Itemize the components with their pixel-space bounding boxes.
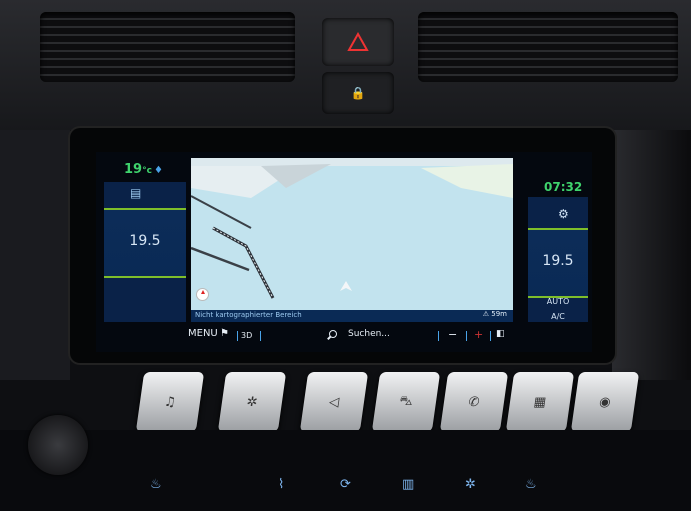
phone-key[interactable]: ✆ (439, 372, 509, 432)
dash-left (0, 130, 70, 380)
search-icon[interactable] (329, 330, 337, 338)
navigation-key[interactable]: ◁ (299, 372, 369, 432)
recirculation-button[interactable]: ⟳ (340, 477, 351, 492)
zoom-in-button[interactable]: + (474, 328, 483, 341)
menu-button[interactable]: MENU (188, 328, 218, 339)
music-icon: ♫ (163, 394, 177, 410)
divider (466, 331, 467, 341)
map-road (191, 195, 252, 229)
map-status-text: Nicht kartographierter Bereich (195, 311, 302, 319)
dash-right (612, 130, 691, 380)
windshield-defrost-button[interactable]: ⌇ (278, 477, 284, 492)
dashboard-top: 🔒 (0, 0, 691, 130)
auto-climate-button[interactable]: AUTO (528, 297, 588, 306)
lock-icon: 🔒 (350, 86, 366, 100)
right-temp-value: 19.5 (542, 253, 574, 269)
nav-toolbar: MENU ⚑ 3D Suchen... − + ◧ (96, 324, 592, 352)
air-vent-right (418, 12, 678, 82)
right-temp-control[interactable]: 19.5 (528, 228, 588, 298)
apps-key[interactable]: ▦ (505, 372, 575, 432)
compass-icon[interactable] (196, 288, 209, 301)
map-road (191, 246, 250, 272)
seat-heat-left-button[interactable]: ♨ (150, 477, 162, 492)
search-button[interactable]: Suchen... (348, 329, 390, 339)
hazard-icon (347, 32, 369, 51)
fan-settings-icon[interactable]: ⚙ (558, 207, 569, 221)
distance-readout: ⚠ 59m (482, 310, 507, 318)
navigation-map[interactable] (191, 158, 513, 322)
navigation-icon: ◁ (327, 394, 341, 410)
checkered-flag-icon[interactable]: ⚑ (220, 328, 229, 339)
rear-defrost-button[interactable]: ▥ (402, 477, 414, 492)
central-lock-button[interactable]: 🔒 (322, 72, 394, 114)
climate-off-button[interactable]: ✲ (465, 477, 476, 492)
hazard-button[interactable] (322, 18, 394, 66)
divider (237, 331, 238, 341)
left-temp-value: 19.5 (129, 233, 161, 249)
ac-button[interactable]: A/C (528, 312, 588, 321)
ventilation-icon[interactable]: ▤ (130, 186, 144, 200)
view-3d-button[interactable]: 3D (241, 331, 252, 340)
map-status-bar: Nicht kartographierter Bereich ⚠ 59m (191, 310, 513, 322)
settings-icon: ◉ (598, 394, 612, 410)
fan-icon: ✲ (245, 394, 259, 410)
divider (260, 331, 261, 341)
air-vent-left (40, 12, 295, 82)
vehicle-key[interactable]: ⛍ (371, 372, 441, 432)
zoom-out-button[interactable]: − (448, 328, 457, 341)
settings-key[interactable]: ◉ (570, 372, 640, 432)
map-road-rail (212, 226, 275, 299)
divider (490, 331, 491, 341)
infotainment-screen: 19°c ♦ ▤ 19.5 Nicht kartographierter Bere… (96, 152, 592, 352)
car-icon: ⛍ (398, 393, 414, 409)
vehicle-position-icon (340, 281, 352, 291)
location-pin-icon: ♦ (153, 165, 163, 176)
climate-key[interactable]: ✲ (217, 372, 287, 432)
divider (438, 331, 439, 341)
phone-icon: ✆ (467, 394, 481, 410)
volume-knob[interactable] (28, 415, 88, 475)
music-key[interactable]: ♫ (135, 372, 205, 432)
apps-grid-icon: ▦ (532, 394, 548, 410)
left-temp-control[interactable]: 19.5 (104, 208, 186, 278)
clock: 07:32 (544, 180, 583, 194)
lower-console (0, 430, 691, 511)
map-area (421, 164, 513, 198)
map-options-icon[interactable]: ◧ (496, 329, 505, 339)
seat-heat-right-button[interactable]: ♨ (525, 477, 537, 492)
outside-temperature: 19°c ♦ (124, 162, 163, 177)
